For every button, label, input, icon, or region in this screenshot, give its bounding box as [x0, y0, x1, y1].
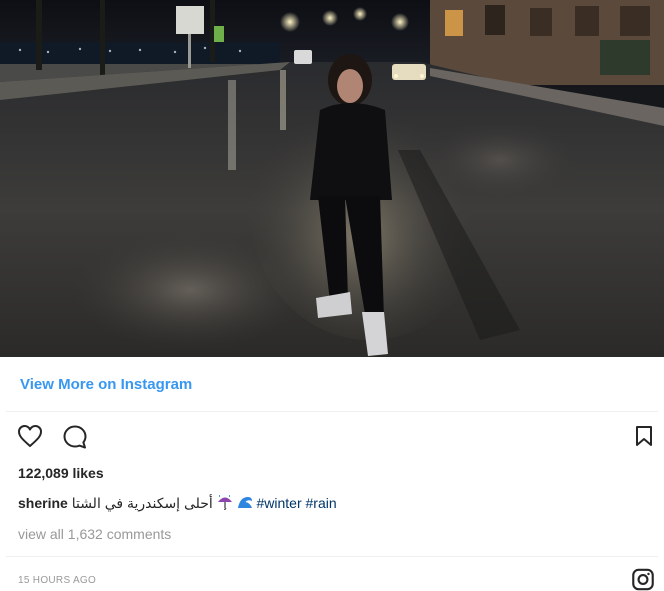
heart-outline-icon[interactable]: [17, 424, 43, 453]
comment-bubble-icon[interactable]: [62, 424, 88, 455]
instagram-logo-icon[interactable]: [630, 568, 656, 591]
view-more-link[interactable]: View More on Instagram: [20, 376, 192, 393]
view-all-comments-link[interactable]: view all 1,632 comments: [18, 526, 171, 542]
post-caption: sherine أحلى إسكندرية في الشتا #winter #…: [18, 494, 337, 513]
post-photo[interactable]: [0, 0, 664, 357]
caption-username[interactable]: sherine: [18, 495, 68, 511]
night-street-photo: [0, 0, 664, 357]
hashtag-winter[interactable]: #winter: [256, 495, 301, 511]
bookmark-icon[interactable]: [635, 425, 653, 452]
wave-emoji: [237, 494, 253, 513]
likes-count[interactable]: 122,089 likes: [18, 465, 104, 481]
view-more-section: View More on Instagram: [6, 359, 658, 412]
instagram-embed: View More on Instagram 122,089 likes she…: [0, 0, 664, 591]
hashtag-rain[interactable]: #rain: [306, 495, 337, 511]
umbrella-rain-emoji: [217, 494, 233, 513]
divider: [6, 556, 658, 557]
post-timestamp: 15 HOURS AGO: [18, 575, 97, 586]
caption-arabic-text: أحلى إسكندرية في الشتا: [71, 495, 213, 511]
